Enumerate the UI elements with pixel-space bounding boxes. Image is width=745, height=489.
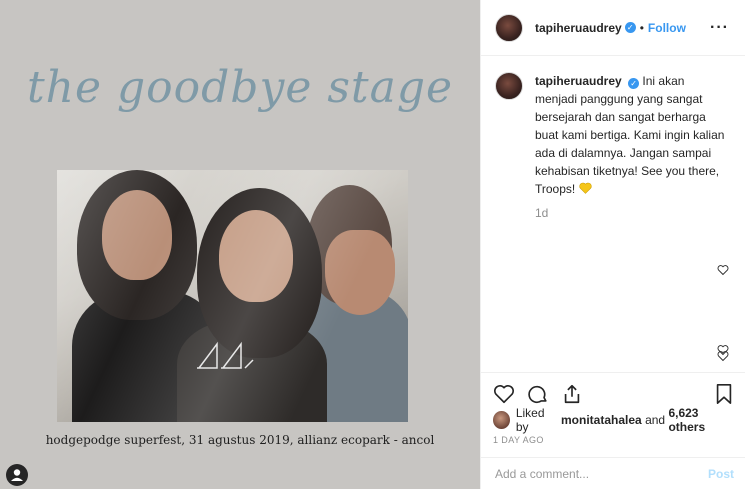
post-image-title: the goodbye stage <box>26 62 454 113</box>
band-photo <box>57 170 408 422</box>
plastic-sheen <box>57 170 408 422</box>
author-username[interactable]: tapiheruaudrey <box>535 21 622 35</box>
share-icon[interactable] <box>561 383 583 405</box>
likes-others-count[interactable]: 6,623 others <box>668 406 734 434</box>
comments-area[interactable]: tapiheruaudrey ✓ Ini akan menjadi panggu… <box>481 56 745 368</box>
post-date: 1 DAY AGO <box>493 435 544 445</box>
likes-connector: and <box>645 413 666 427</box>
post-image-caption: hodgepodge superfest, 31 agustus 2019, a… <box>45 433 435 447</box>
caption-body: Ini akan menjadi panggung yang sangat be… <box>535 74 725 196</box>
caption-author-avatar[interactable] <box>495 72 523 100</box>
post-image[interactable]: the goodbye stage hodgepodge superfest, … <box>0 0 480 489</box>
caption-text: tapiheruaudrey ✓ Ini akan menjadi panggu… <box>535 72 729 198</box>
comment-input[interactable] <box>495 466 708 481</box>
user-icon <box>11 469 23 481</box>
follow-button[interactable]: Follow <box>648 21 686 35</box>
header-separator: • <box>639 20 644 35</box>
heart-icon[interactable] <box>493 383 515 405</box>
band-logo-icon <box>197 341 254 369</box>
author-avatar[interactable] <box>495 13 523 42</box>
post-side-panel: tapiheruaudrey ✓ • Follow ··· tapiheruau… <box>480 0 745 489</box>
comment-like-heart-icon[interactable] <box>717 350 729 362</box>
action-buttons-row <box>493 379 734 409</box>
liker-username[interactable]: monitatahalea <box>561 413 642 427</box>
caption-username[interactable]: tapiheruaudrey <box>535 74 622 88</box>
likes-summary: Liked by monitatahalea and 6,623 others <box>493 406 734 434</box>
comment-like-heart-icon[interactable] <box>717 264 729 276</box>
post-actions: Liked by monitatahalea and 6,623 others … <box>481 372 745 445</box>
post-comment-button[interactable]: Post <box>708 467 734 481</box>
comment-icon[interactable] <box>527 383 549 405</box>
more-options-icon[interactable]: ··· <box>710 19 729 36</box>
verified-badge-icon: ✓ <box>624 22 636 33</box>
caption-time-ago: 1d <box>535 206 549 220</box>
yellow-heart-emoji-icon <box>579 182 592 194</box>
caption-row: tapiheruaudrey ✓ Ini akan menjadi panggu… <box>495 72 729 198</box>
liker-avatar[interactable] <box>493 411 510 429</box>
post-header: tapiheruaudrey ✓ • Follow ··· <box>481 0 745 56</box>
bookmark-icon[interactable] <box>714 383 734 405</box>
add-comment-bar: Post <box>481 457 745 489</box>
caption-verified-badge-icon: ✓ <box>628 78 640 89</box>
tagged-users-button[interactable] <box>6 464 28 486</box>
likes-prefix: Liked by <box>515 406 545 434</box>
